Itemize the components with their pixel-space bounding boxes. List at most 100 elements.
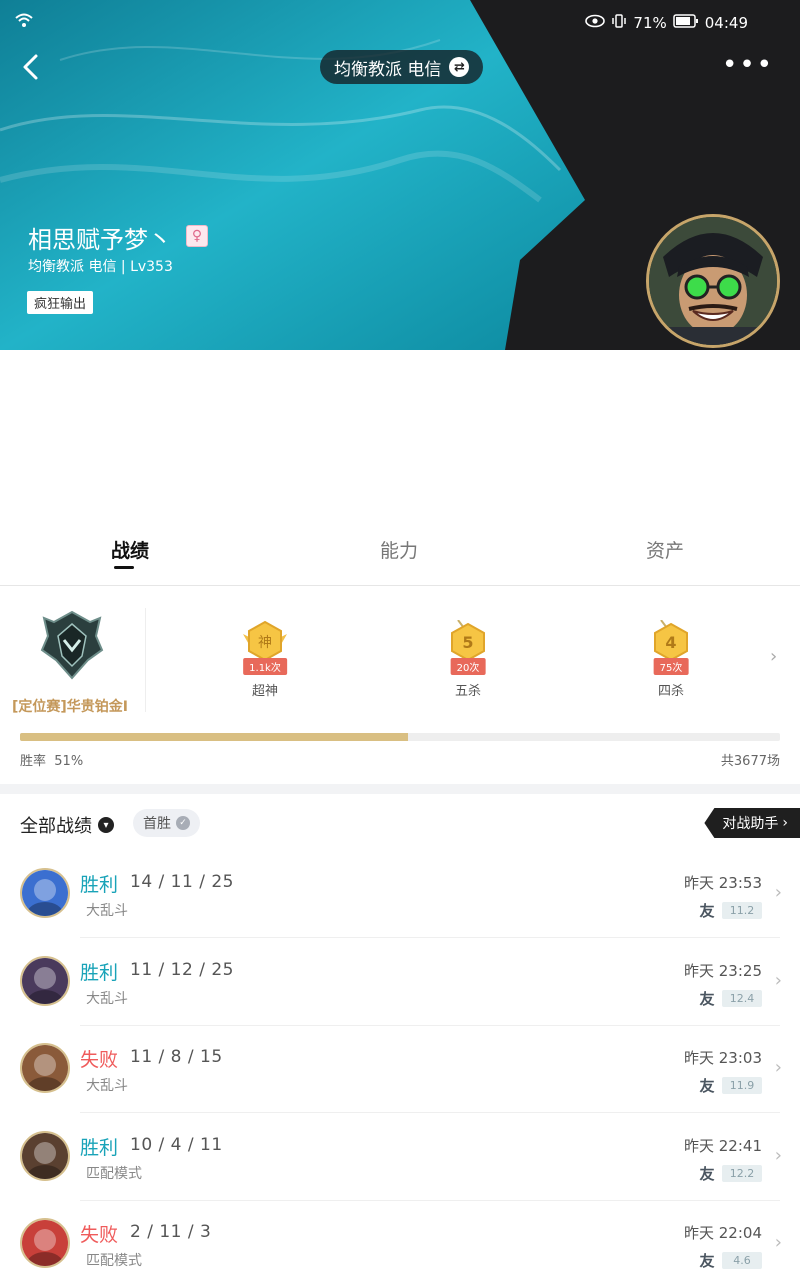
friend-badge-icon: 友: [699, 902, 715, 920]
quadra-medal-icon: 4 75次: [649, 619, 693, 675]
rank-summary: [定位赛]华贵铂金I 神 1.1k次 超神 5 20次 五杀 4 75次 四杀 …: [0, 586, 800, 786]
gender-badge-icon: ♀: [186, 225, 208, 247]
match-row[interactable]: 胜利 14 / 11 / 25 大乱斗 昨天 23:53 友 11.2 ›: [0, 850, 800, 938]
total-games: 共3677场: [720, 754, 780, 769]
player-name: 相思赋予梦丶: [28, 226, 172, 254]
rank-label: [定位赛]华贵铂金I: [12, 699, 129, 715]
match-kda: 11 / 12 / 25: [130, 959, 234, 980]
back-icon[interactable]: [18, 52, 48, 82]
penta-medal-icon: 5 20次: [446, 619, 490, 675]
match-kda: 11 / 8 / 15: [130, 1047, 223, 1067]
assistant-label: 对战助手: [722, 816, 779, 832]
penta-glyph: 5: [462, 633, 473, 652]
match-kda: 14 / 11 / 25: [130, 872, 234, 892]
first-win-filter[interactable]: 首胜 ✓: [133, 809, 200, 837]
win-rate-value: 51%: [54, 754, 84, 769]
player-avatar[interactable]: [646, 214, 780, 348]
hero-portrait: [22, 957, 68, 1004]
chevron-right-icon: ›: [774, 969, 782, 991]
hero-avatar: [20, 1130, 70, 1181]
hero-avatar: [20, 868, 70, 918]
profile-banner: 71% 04:49 均衡教派 电信 ⇄ ••• 相思赋予梦丶 ♀ 均衡教派 电信…: [0, 0, 800, 350]
first-win-label: 首胜: [143, 816, 171, 832]
match-row[interactable]: 胜利 11 / 12 / 25 大乱斗 昨天 23:25 友 12.4 ›: [0, 938, 800, 1026]
win-rate-label: 胜率: [20, 754, 47, 769]
match-result: 胜利: [80, 874, 119, 896]
legendary-count: 1.1k次: [243, 658, 287, 675]
win-rate-bar: [20, 733, 780, 741]
match-mode: 大乱斗: [86, 1078, 128, 1094]
match-grade: 12.4: [722, 989, 762, 1007]
honor-quadra-kill[interactable]: 4 75次 四杀: [631, 619, 711, 699]
match-row[interactable]: 失败 2 / 11 / 3 匹配模式 昨天 22:04 友 4.6 ›: [0, 1200, 800, 1280]
clock: 04:49: [704, 14, 748, 32]
player-sub-info: 均衡教派 电信 | Lv353: [28, 259, 173, 275]
rank-emblem-icon[interactable]: [40, 610, 104, 680]
quadra-glyph: 4: [665, 633, 676, 652]
chevron-right-icon: ›: [774, 1144, 782, 1166]
quadra-count: 75次: [653, 658, 689, 675]
hero-avatar: [20, 955, 70, 1006]
legendary-medal-icon: 神 1.1k次: [243, 620, 287, 675]
quadra-label: 四杀: [657, 684, 684, 699]
chevron-right-icon: ›: [774, 1232, 782, 1253]
penta-label: 五杀: [454, 684, 481, 699]
match-grade: 12.2: [722, 1164, 762, 1182]
friend-badge-icon: 友: [699, 1077, 715, 1095]
hero-portrait: [22, 1132, 68, 1179]
chevron-down-icon: ▾: [98, 817, 114, 833]
hero-avatar: [20, 1043, 70, 1093]
chevron-right-icon: ›: [774, 882, 782, 903]
match-time: 昨天 23:25: [684, 961, 762, 980]
all-records-dropdown[interactable]: 全部战绩 ▾: [20, 812, 114, 838]
match-row[interactable]: 失败 11 / 8 / 15 大乱斗 昨天 23:03 友 11.9 ›: [0, 1025, 800, 1113]
tab-bar: 战绩 能力 资产: [0, 520, 800, 586]
status-bar: 71% 04:49: [0, 10, 800, 36]
win-rate: 胜率 51%: [20, 750, 83, 769]
battery-icon: [673, 14, 699, 32]
match-time: 昨天 23:53: [684, 874, 762, 892]
record-filter-bar: 全部战绩 ▾ 首胜 ✓ 对战助手 ›: [0, 794, 800, 850]
match-result: 失败: [80, 1049, 119, 1071]
match-grade: 4.6: [722, 1252, 762, 1269]
active-tab-indicator: [114, 566, 134, 569]
tab-record[interactable]: 战绩: [111, 536, 149, 563]
vibrate-icon: [611, 13, 627, 33]
win-rate-fill: [20, 733, 408, 741]
match-time: 昨天 23:03: [684, 1049, 762, 1067]
tab-ability[interactable]: 能力: [380, 536, 418, 563]
eye-icon: [585, 14, 606, 32]
tab-assets[interactable]: 资产: [646, 536, 684, 563]
match-mode: 匹配模式: [86, 1253, 142, 1269]
match-row[interactable]: 胜利 10 / 4 / 11 匹配模式 昨天 22:41 友 12.2 ›: [0, 1113, 800, 1201]
legendary-label: 超神: [251, 684, 278, 699]
honors-more-chevron-icon[interactable]: ›: [770, 646, 777, 667]
honor-penta-kill[interactable]: 5 20次 五杀: [428, 619, 508, 699]
match-kda: 2 / 11 / 3: [130, 1222, 212, 1242]
rank-divider: [145, 608, 146, 712]
match-result: 失败: [80, 1224, 119, 1246]
match-time: 昨天 22:41: [684, 1136, 762, 1155]
server-switch-button[interactable]: 均衡教派 电信 ⇄: [320, 50, 484, 84]
wifi-icon: [14, 12, 34, 32]
more-options-icon[interactable]: •••: [722, 52, 774, 78]
match-result: 胜利: [80, 961, 119, 984]
chevron-right-icon: ›: [774, 1057, 782, 1078]
match-mode: 大乱斗: [86, 990, 128, 1007]
chevron-right-icon: ›: [782, 815, 788, 831]
match-grade: 11.9: [722, 1077, 762, 1094]
friend-badge-icon: 友: [699, 1252, 715, 1270]
hero-avatar: [20, 1218, 70, 1268]
legendary-glyph: 神: [258, 635, 272, 651]
match-grade: 11.2: [722, 902, 762, 919]
match-time: 昨天 22:04: [684, 1224, 762, 1242]
page: 71% 04:49 均衡教派 电信 ⇄ ••• 相思赋予梦丶 ♀ 均衡教派 电信…: [0, 0, 800, 1280]
hero-portrait: [22, 1220, 68, 1266]
all-records-label: 全部战绩: [20, 816, 92, 837]
battle-assistant-button[interactable]: 对战助手 ›: [704, 808, 800, 838]
server-label: 均衡教派 电信: [334, 59, 442, 80]
honor-legendary[interactable]: 神 1.1k次 超神: [225, 620, 305, 699]
section-gap: [0, 784, 800, 794]
player-tag: 疯狂输出: [27, 291, 94, 314]
friend-badge-icon: 友: [699, 1164, 715, 1183]
